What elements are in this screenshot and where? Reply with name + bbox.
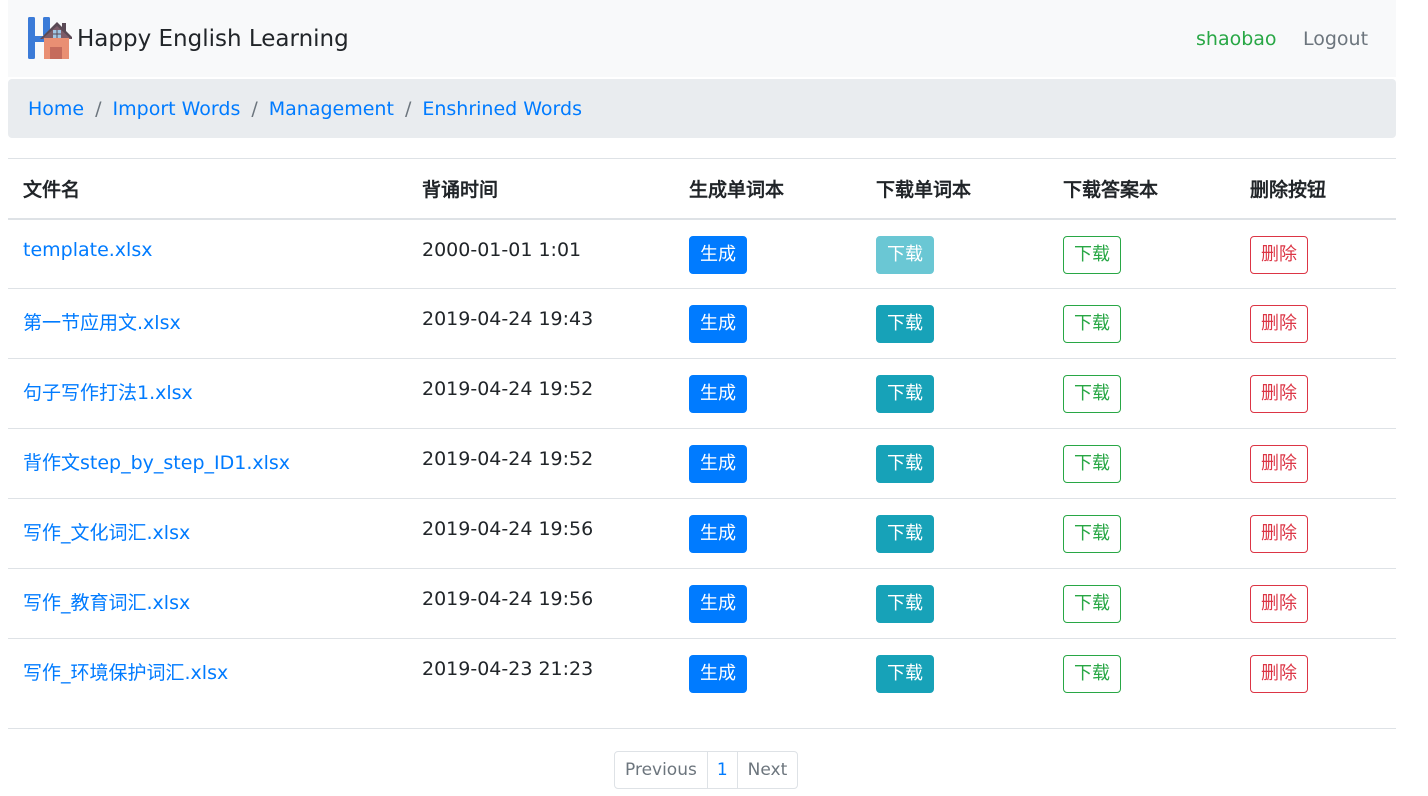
generate-button[interactable]: 生成	[689, 235, 747, 274]
generate-button[interactable]: 生成	[689, 375, 747, 413]
logout-link[interactable]: Logout	[1303, 28, 1368, 50]
file-link[interactable]: template.xlsx	[23, 239, 152, 261]
delete-button[interactable]: 删除	[1250, 515, 1308, 553]
delete-button[interactable]: 删除	[1250, 655, 1308, 693]
file-link[interactable]: 背作文step_by_step_ID1.xlsx	[23, 452, 290, 474]
files-table: 文件名 背诵时间 生成单词本 下载单词本 下载答案本 删除按钮 template…	[8, 158, 1396, 729]
delete-button[interactable]: 删除	[1250, 445, 1308, 483]
table-row: template.xlsx 2000-01-01 1:01 生成 下载 下载 删…	[8, 219, 1396, 289]
table-row: 写作_文化词汇.xlsx 2019-04-24 19:56 生成 下载 下载 删…	[8, 498, 1396, 569]
generate-button[interactable]: 生成	[689, 655, 747, 693]
table-header-row: 文件名 背诵时间 生成单词本 下载单词本 下载答案本 删除按钮	[8, 158, 1396, 220]
breadcrumb-separator: /	[95, 97, 102, 120]
breadcrumb-enshrined-words[interactable]: Enshrined Words	[422, 98, 582, 120]
brand-title: Happy English Learning	[77, 26, 349, 52]
recite-time: 2019-04-24 19:56	[422, 588, 594, 610]
delete-button[interactable]: 删除	[1250, 235, 1308, 274]
file-link[interactable]: 写作_教育词汇.xlsx	[23, 592, 190, 614]
download-answers-button[interactable]: 下载	[1063, 305, 1121, 343]
column-header-download-words: 下载单词本	[861, 158, 1048, 220]
download-answers-button[interactable]: 下载	[1063, 655, 1121, 693]
nav-user-link[interactable]: shaobao	[1196, 28, 1277, 50]
download-words-button: 下载	[876, 235, 934, 274]
pagination: Previous 1 Next	[614, 751, 799, 789]
brand-link[interactable]: Happy English Learning	[26, 15, 349, 61]
recite-time: 2019-04-24 19:56	[422, 518, 594, 540]
page-number-button[interactable]: 1	[706, 752, 738, 788]
recite-time: 2019-04-24 19:52	[422, 378, 594, 400]
generate-button[interactable]: 生成	[689, 445, 747, 483]
file-link[interactable]: 句子写作打法1.xlsx	[23, 382, 193, 404]
breadcrumb-home[interactable]: Home	[28, 98, 84, 120]
column-header-filename: 文件名	[8, 158, 407, 220]
download-words-button[interactable]: 下载	[876, 515, 934, 553]
breadcrumb-management[interactable]: Management	[269, 98, 394, 120]
house-h-logo-icon	[28, 17, 72, 59]
delete-button[interactable]: 删除	[1250, 585, 1308, 623]
file-link[interactable]: 写作_文化词汇.xlsx	[23, 522, 190, 544]
file-link[interactable]: 写作_环境保护词汇.xlsx	[23, 662, 228, 684]
recite-time: 2019-04-24 19:52	[422, 448, 594, 470]
breadcrumb: Home / Import Words / Management / Enshr…	[8, 79, 1396, 138]
delete-button[interactable]: 删除	[1250, 375, 1308, 413]
download-words-button[interactable]: 下载	[876, 305, 934, 343]
download-answers-button[interactable]: 下载	[1063, 445, 1121, 483]
download-answers-button[interactable]: 下载	[1063, 375, 1121, 413]
table-row: 句子写作打法1.xlsx 2019-04-24 19:52 生成 下载 下载 删…	[8, 358, 1396, 429]
column-header-download-answers: 下载答案本	[1048, 158, 1235, 220]
breadcrumb-separator: /	[251, 97, 258, 120]
file-link[interactable]: 第一节应用文.xlsx	[23, 312, 181, 334]
download-answers-button[interactable]: 下载	[1063, 585, 1121, 623]
download-words-button[interactable]: 下载	[876, 655, 934, 693]
download-answers-button[interactable]: 下载	[1063, 515, 1121, 553]
breadcrumb-import-words[interactable]: Import Words	[113, 98, 241, 120]
table-row: 写作_环境保护词汇.xlsx 2019-04-23 21:23 生成 下载 下载…	[8, 638, 1396, 729]
recite-time: 2019-04-23 21:23	[422, 658, 594, 680]
generate-button[interactable]: 生成	[689, 515, 747, 553]
generate-button[interactable]: 生成	[689, 305, 747, 343]
table-row: 写作_教育词汇.xlsx 2019-04-24 19:56 生成 下载 下载 删…	[8, 568, 1396, 639]
column-header-time: 背诵时间	[407, 158, 674, 220]
table-row: 第一节应用文.xlsx 2019-04-24 19:43 生成 下载 下载 删除	[8, 288, 1396, 359]
generate-button[interactable]: 生成	[689, 585, 747, 623]
column-header-delete: 删除按钮	[1235, 158, 1396, 220]
delete-button[interactable]: 删除	[1250, 305, 1308, 343]
next-page-button[interactable]: Next	[738, 752, 798, 788]
previous-page-button[interactable]: Previous	[615, 752, 707, 788]
column-header-generate: 生成单词本	[674, 158, 861, 220]
download-words-button[interactable]: 下载	[876, 375, 934, 413]
download-words-button[interactable]: 下载	[876, 585, 934, 623]
download-words-button[interactable]: 下载	[876, 445, 934, 483]
navbar: Happy English Learning shaobao Logout	[8, 0, 1396, 77]
download-answers-button[interactable]: 下载	[1063, 235, 1121, 274]
breadcrumb-separator: /	[404, 97, 412, 120]
recite-time: 2019-04-24 19:43	[422, 308, 594, 330]
table-row: 背作文step_by_step_ID1.xlsx 2019-04-24 19:5…	[8, 428, 1396, 499]
recite-time: 2000-01-01 1:01	[422, 238, 582, 261]
